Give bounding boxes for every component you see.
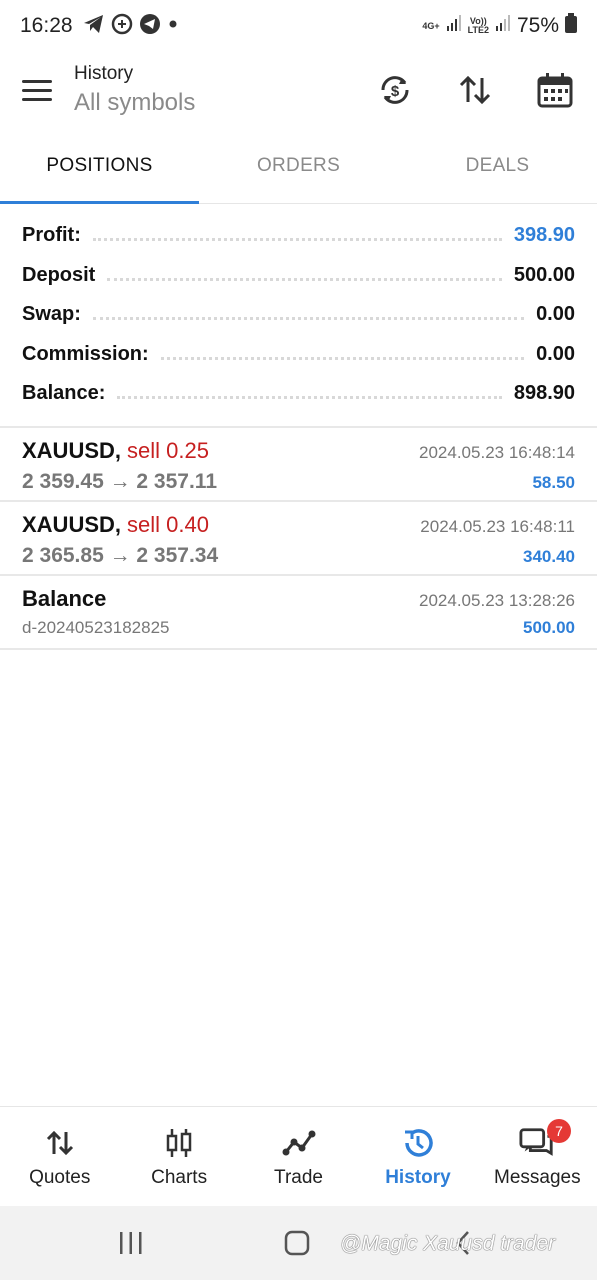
summary-row-commission: Commission: 0.00: [22, 342, 575, 365]
commission-value: 0.00: [536, 342, 575, 365]
deal-symbol: XAUUSD,: [22, 512, 122, 537]
deal-side: sell 0.25: [127, 438, 209, 463]
system-navigation-bar: @Magic Xauusd trader: [0, 1206, 597, 1280]
watermark-text: @Magic Xauusd trader: [340, 1232, 556, 1255]
candlestick-icon: [161, 1125, 197, 1161]
bottom-navigation: Quotes Charts Trade History Messages 7: [0, 1106, 597, 1206]
calendar-button[interactable]: [535, 70, 575, 110]
messenger-icon: [111, 13, 133, 40]
deal-prices: 2 359.45 → 2 357.11: [22, 470, 217, 493]
telegram-icon: [83, 14, 105, 39]
signal-icon: [495, 14, 511, 38]
swap-value: 0.00: [536, 303, 575, 326]
summary-row-deposit: Deposit 500.00: [22, 263, 575, 286]
summary-row-balance: Balance: 898.90: [22, 382, 575, 405]
quotes-icon: [42, 1125, 78, 1161]
battery-icon: [565, 13, 577, 39]
recent-apps-icon: [120, 1232, 142, 1254]
deal-time: 2024.05.23 16:48:14: [419, 443, 575, 462]
home-button[interactable]: [284, 1228, 310, 1258]
nav-charts[interactable]: Charts: [119, 1107, 238, 1206]
calendar-icon: [537, 73, 573, 108]
history-icon: [400, 1125, 436, 1161]
history-tabs: POSITIONS ORDERS DEALS: [0, 128, 597, 204]
nav-quotes[interactable]: Quotes: [0, 1107, 119, 1206]
deal-time: 2024.05.23 13:28:26: [419, 591, 575, 610]
deal-profit: 340.40: [523, 547, 575, 566]
battery-percent: 75%: [516, 14, 559, 37]
nav-trade[interactable]: Trade: [239, 1107, 358, 1206]
list-item[interactable]: XAUUSD, sell 0.40 2024.05.23 16:48:11 2 …: [0, 502, 597, 576]
profit-value: 398.90: [513, 224, 575, 247]
list-item[interactable]: XAUUSD, sell 0.25 2024.05.23 16:48:14 2 …: [0, 428, 597, 502]
summary-row-swap: Swap: 0.00: [22, 303, 575, 326]
page-title: History: [74, 63, 134, 84]
title-block[interactable]: History All symbols: [74, 63, 195, 117]
deal-time: 2024.05.23 16:48:11: [420, 517, 575, 536]
unread-badge: 7: [547, 1119, 572, 1143]
deal-comment: d-20240523182825: [22, 618, 170, 637]
summary-panel: Profit: 398.90 Deposit 500.00 Swap: 0.00…: [0, 216, 597, 414]
recent-apps-button[interactable]: [118, 1228, 144, 1258]
deal-symbol: Balance: [22, 586, 107, 611]
balance-value: 898.90: [513, 382, 575, 405]
deposit-value: 500.00: [513, 263, 575, 286]
tab-positions[interactable]: POSITIONS: [0, 128, 199, 204]
tab-orders[interactable]: ORDERS: [199, 128, 398, 203]
status-bar: 16:28 4G+ Vo)) LTE2 75%: [0, 0, 597, 52]
deal-profit: 58.50: [532, 473, 575, 492]
sort-button[interactable]: [455, 70, 495, 110]
symbol-filter[interactable]: All symbols: [74, 89, 195, 117]
notification-dot-icon: [167, 17, 179, 35]
summary-row-profit: Profit: 398.90: [22, 224, 575, 247]
status-time: 16:28: [20, 14, 73, 37]
deal-symbol: XAUUSD,: [22, 438, 122, 463]
currency-exchange-button[interactable]: $: [375, 70, 415, 110]
signal-icon: [446, 14, 462, 38]
volte-indicator: Vo)) LTE2: [467, 16, 489, 35]
trade-icon: [281, 1125, 317, 1161]
deal-side: sell 0.40: [127, 512, 209, 537]
nav-history[interactable]: History: [358, 1107, 477, 1206]
tab-deals[interactable]: DEALS: [398, 128, 597, 203]
deal-prices: 2 365.85 → 2 357.34: [22, 544, 219, 567]
svg-text:$: $: [391, 83, 400, 100]
nav-messages[interactable]: Messages 7: [478, 1107, 597, 1206]
home-icon: [284, 1230, 310, 1256]
currency-exchange-icon: $: [381, 76, 409, 104]
app-header: History All symbols $: [0, 52, 597, 128]
deal-profit: 500.00: [523, 618, 575, 637]
menu-button[interactable]: [22, 68, 66, 112]
telegram-icon: [139, 13, 161, 40]
sort-icon: [459, 75, 491, 105]
list-item[interactable]: Balance 2024.05.23 13:28:26 d-2024052318…: [0, 576, 597, 650]
network-type: 4G+: [422, 20, 440, 31]
